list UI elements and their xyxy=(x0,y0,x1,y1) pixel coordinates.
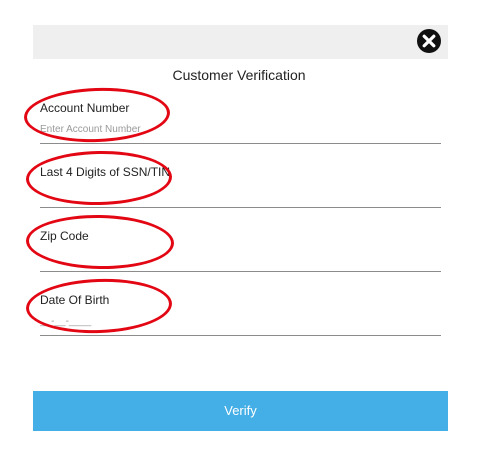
verify-button[interactable]: Verify xyxy=(33,391,448,431)
account-number-label: Account Number xyxy=(40,101,130,115)
close-button[interactable] xyxy=(415,27,443,55)
ssn-last4-field: Last 4 Digits of SSN/TIN xyxy=(40,165,441,225)
zip-code-field: Zip Code xyxy=(40,229,441,289)
header-bar xyxy=(33,25,448,59)
date-of-birth-underline xyxy=(40,335,441,336)
zip-code-label: Zip Code xyxy=(40,229,89,243)
zip-code-underline xyxy=(40,271,441,272)
date-of-birth-field: Date Of Birth xyxy=(40,293,441,353)
date-of-birth-input[interactable] xyxy=(40,311,441,331)
account-number-input[interactable] xyxy=(40,119,441,139)
ssn-last4-label: Last 4 Digits of SSN/TIN xyxy=(40,165,171,179)
ssn-last4-underline xyxy=(40,207,441,208)
page-title: Customer Verification xyxy=(172,67,306,83)
zip-code-input[interactable] xyxy=(40,247,441,267)
account-number-field: Account Number xyxy=(40,101,441,161)
account-number-underline xyxy=(40,143,441,144)
ssn-last4-input[interactable] xyxy=(40,183,441,203)
date-of-birth-label: Date Of Birth xyxy=(40,293,110,307)
close-circle-icon xyxy=(417,29,441,53)
